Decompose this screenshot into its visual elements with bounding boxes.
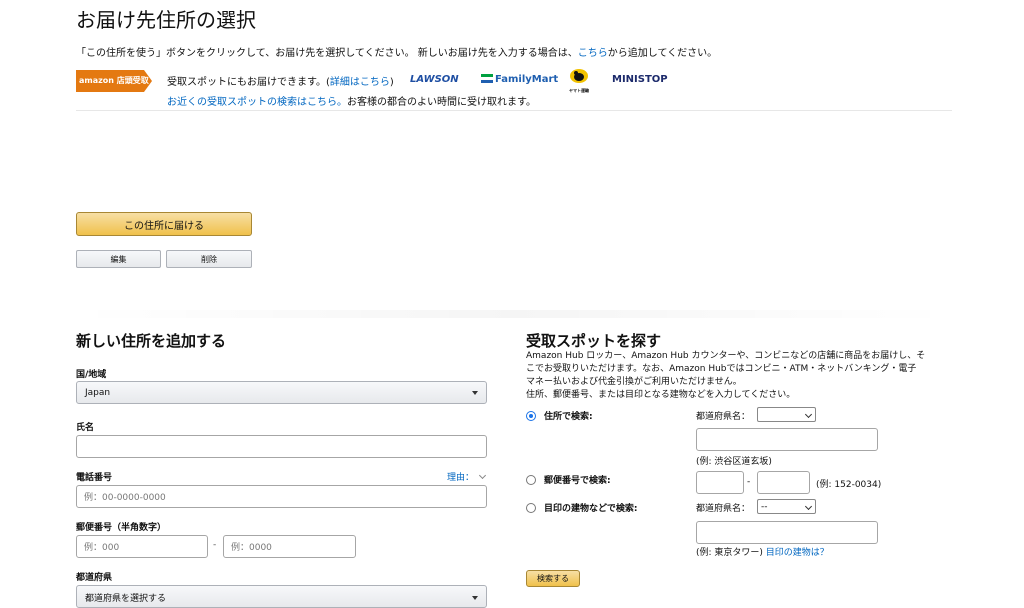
prefecture-select[interactable]: 都道府県を選択する <box>76 585 487 608</box>
phone-reason-toggle[interactable]: 理由： <box>447 470 486 483</box>
nearby-pickup-link[interactable]: お近くの受取スポットの検索はこちら。 <box>167 97 347 108</box>
caret-down-icon <box>472 390 478 395</box>
add-address-link[interactable]: こちら <box>578 48 608 59</box>
pickup-line2-post: お客様の都合のよい時間に受け取れます。 <box>347 97 536 108</box>
postal-dash: - <box>213 540 217 550</box>
chevron-down-icon <box>804 410 813 418</box>
section-shadow-divider <box>76 310 952 318</box>
caret-down-icon <box>472 596 478 600</box>
deliver-to-address-button[interactable]: この住所に届ける <box>76 212 252 236</box>
pickup-line1-pre: 受取スポットにもお届けできます。( <box>167 77 330 88</box>
postal-code-first-input[interactable]: 例：000 <box>76 535 208 558</box>
address-prefecture-select[interactable] <box>757 407 816 422</box>
amazon-pickup-logo: amazon 店頭受取 <box>76 70 152 92</box>
postal-label: 郵便番号（半角数字） <box>76 523 167 533</box>
postal-example: (例: 152-0034) <box>816 480 882 490</box>
ministop-logo: MINISTOP <box>612 74 668 85</box>
name-input[interactable] <box>76 435 487 458</box>
delete-button[interactable]: 削除 <box>166 250 252 268</box>
desc-line3: マネー払いおよび代金引換がご利用いただけません。 <box>526 377 742 387</box>
pickup-line2: お近くの受取スポットの検索はこちら。お客様の都合のよい時間に受け取れます。 <box>167 93 536 108</box>
phone-input[interactable]: 例：00-0000-0000 <box>76 485 487 508</box>
yamato-logo: ヤマト運輸 <box>566 68 592 93</box>
country-label: 国/地域 <box>76 370 107 380</box>
search-by-landmark-radio[interactable] <box>526 503 536 513</box>
search-by-postal-radio[interactable] <box>526 475 536 485</box>
phone-reason-text: 理由： <box>447 473 475 483</box>
pickup-search-button[interactable]: 検索する <box>526 570 580 587</box>
pickup-search-description: Amazon Hub ロッカー、Amazon Hub カウンターや、コンビニなど… <box>526 350 925 402</box>
landmark-prefecture-select[interactable]: -- <box>757 499 816 514</box>
pickup-line1-post: ) <box>389 77 394 88</box>
chevron-down-icon <box>478 471 486 480</box>
phone-label: 電話番号 <box>76 473 113 483</box>
address-example: (例: 渋谷区道玄坂) <box>696 457 772 467</box>
prefecture-label: 都道府県 <box>76 573 113 583</box>
pickup-postal-dash: - <box>747 477 751 487</box>
postal-code-second-input[interactable]: 例：0000 <box>223 535 356 558</box>
landmark-help-link[interactable]: 目印の建物は？ <box>766 548 829 558</box>
landmark-prefecture-value: -- <box>761 501 768 512</box>
pickup-search-heading: 受取スポットを探す <box>526 332 662 350</box>
landmark-example-text: (例: 東京タワー) <box>696 548 763 558</box>
pickup-address-input[interactable] <box>696 428 878 451</box>
country-select[interactable]: Japan <box>76 381 487 404</box>
section-divider <box>76 110 952 111</box>
desc-line4: 住所、郵便番号、または目印となる建物などを入力してください。 <box>526 390 796 400</box>
landmark-prefecture-label: 都道府県名： <box>696 504 751 514</box>
prefecture-name-label: 都道府県名： <box>696 412 751 422</box>
pickup-landmark-input[interactable] <box>696 521 878 544</box>
pickup-line1: 受取スポットにもお届けできます。(詳細はこちら) <box>167 73 394 88</box>
details-link[interactable]: 詳細はこちら <box>330 77 390 88</box>
intro-pre: 「この住所を使う」ボタンをクリックして、お届け先を選択してください。 新しいお届… <box>76 48 578 59</box>
amazon-logo-text: amazon 店頭受取 <box>79 76 149 85</box>
search-by-postal-label: 郵便番号で検索: <box>544 476 611 486</box>
yamato-cat-icon <box>570 69 588 83</box>
name-label: 氏名 <box>76 423 95 433</box>
new-address-heading: 新しい住所を追加する <box>76 332 227 350</box>
intro-text: 「この住所を使う」ボタンをクリックして、お届け先を選択してください。 新しいお届… <box>76 44 717 59</box>
familymart-stripes-icon <box>481 74 493 83</box>
page-title: お届け先住所の選択 <box>76 8 256 32</box>
lawson-logo: LAWSON <box>410 74 459 85</box>
prefecture-value: 都道府県を選択する <box>85 594 167 604</box>
search-by-address-radio[interactable] <box>526 411 536 421</box>
desc-line1: Amazon Hub ロッカー、Amazon Hub カウンターや、コンビニなど… <box>526 351 926 361</box>
country-value: Japan <box>85 387 111 398</box>
chevron-down-icon <box>804 502 813 510</box>
landmark-example: (例: 東京タワー) 目印の建物は？ <box>696 545 829 558</box>
pickup-postal-second-input[interactable] <box>757 471 810 494</box>
yamato-text: ヤマト運輸 <box>569 88 589 93</box>
search-by-landmark-label: 目印の建物などで検索: <box>544 504 638 514</box>
intro-post: から追加してください。 <box>607 48 718 59</box>
edit-button[interactable]: 編集 <box>76 250 161 268</box>
pickup-postal-first-input[interactable] <box>696 471 744 494</box>
familymart-logo: FamilyMart <box>495 74 559 85</box>
desc-line2: こでお受取りいただけます。なお、Amazon Hubではコンビニ・ATM・ネット… <box>526 364 917 374</box>
search-by-address-label: 住所で検索: <box>544 412 593 422</box>
